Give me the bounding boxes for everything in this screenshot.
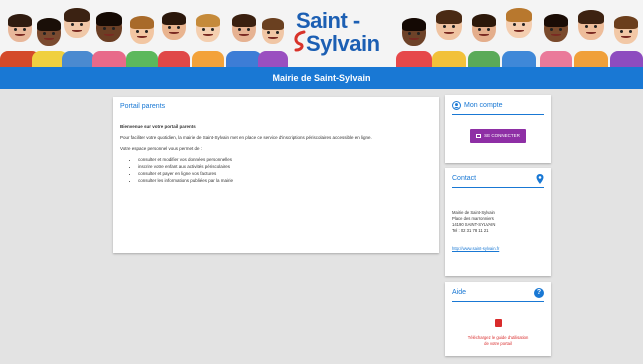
login-button[interactable]: SE CONNECTER bbox=[470, 129, 526, 143]
contact-card: Contact Mairie de Saint-Sylvain Place de… bbox=[445, 168, 551, 276]
space-intro-text: Votre espace personnel vous permet de : bbox=[120, 146, 203, 152]
main-card-body: Bienvenue sur votre portail parents Pour… bbox=[120, 124, 432, 184]
header-banner: Saint - Sylvain bbox=[0, 0, 643, 67]
list-item: consulter et modifier vos données person… bbox=[138, 157, 432, 163]
pdf-icon bbox=[494, 319, 502, 327]
user-icon bbox=[452, 101, 461, 110]
help-card: Aide ? Téléchargez le guide d'utilisatio… bbox=[445, 282, 551, 356]
website-link[interactable]: http://www.saint-sylvain.fr bbox=[452, 246, 544, 251]
welcome-text: Bienvenue sur votre portail parents bbox=[120, 124, 196, 129]
kids-photo-right bbox=[392, 0, 643, 67]
account-card-title: Mon compte bbox=[464, 102, 503, 109]
saint-sylvain-logo: Saint - Sylvain bbox=[292, 8, 380, 62]
login-button-label: SE CONNECTER bbox=[484, 133, 520, 138]
intro-text: Pour faciliter votre quotidien, la mairi… bbox=[120, 135, 372, 141]
map-pin-icon bbox=[536, 173, 544, 184]
help-link-line2: de votre portail bbox=[484, 341, 512, 347]
help-card-title: Aide bbox=[452, 289, 467, 296]
features-list: consulter et modifier vos données person… bbox=[138, 157, 432, 184]
contact-address: Mairie de Saint-Sylvain Place des marron… bbox=[452, 210, 544, 234]
contact-card-header: Contact bbox=[452, 173, 544, 188]
list-item: inscrire votre enfant aux activités péri… bbox=[138, 164, 432, 170]
page-title-bar: Mairie de Saint-Sylvain bbox=[0, 67, 643, 89]
help-question-icon: ? bbox=[534, 287, 544, 298]
list-item: consulter les informations publiées par … bbox=[138, 178, 432, 184]
account-card-header: Mon compte bbox=[452, 101, 544, 115]
page-title: Mairie de Saint-Sylvain bbox=[272, 73, 371, 83]
main-card-title: Portail parents bbox=[120, 103, 166, 110]
portail-parents-card: Portail parents Bienvenue sur votre port… bbox=[113, 97, 439, 253]
account-card: Mon compte SE CONNECTER bbox=[445, 95, 551, 163]
contact-line: Tel : 02 31 78 11 21 bbox=[452, 228, 489, 234]
contact-card-title: Contact bbox=[452, 175, 477, 182]
kids-photo-left bbox=[0, 0, 290, 67]
help-download-link[interactable]: Téléchargez le guide d'utilisation de vo… bbox=[452, 314, 544, 348]
help-card-header: Aide ? bbox=[452, 287, 544, 302]
login-icon bbox=[476, 133, 482, 138]
logo-line2: Sylvain bbox=[306, 31, 380, 56]
list-item: consulter et payer en ligne vos factures bbox=[138, 171, 432, 177]
